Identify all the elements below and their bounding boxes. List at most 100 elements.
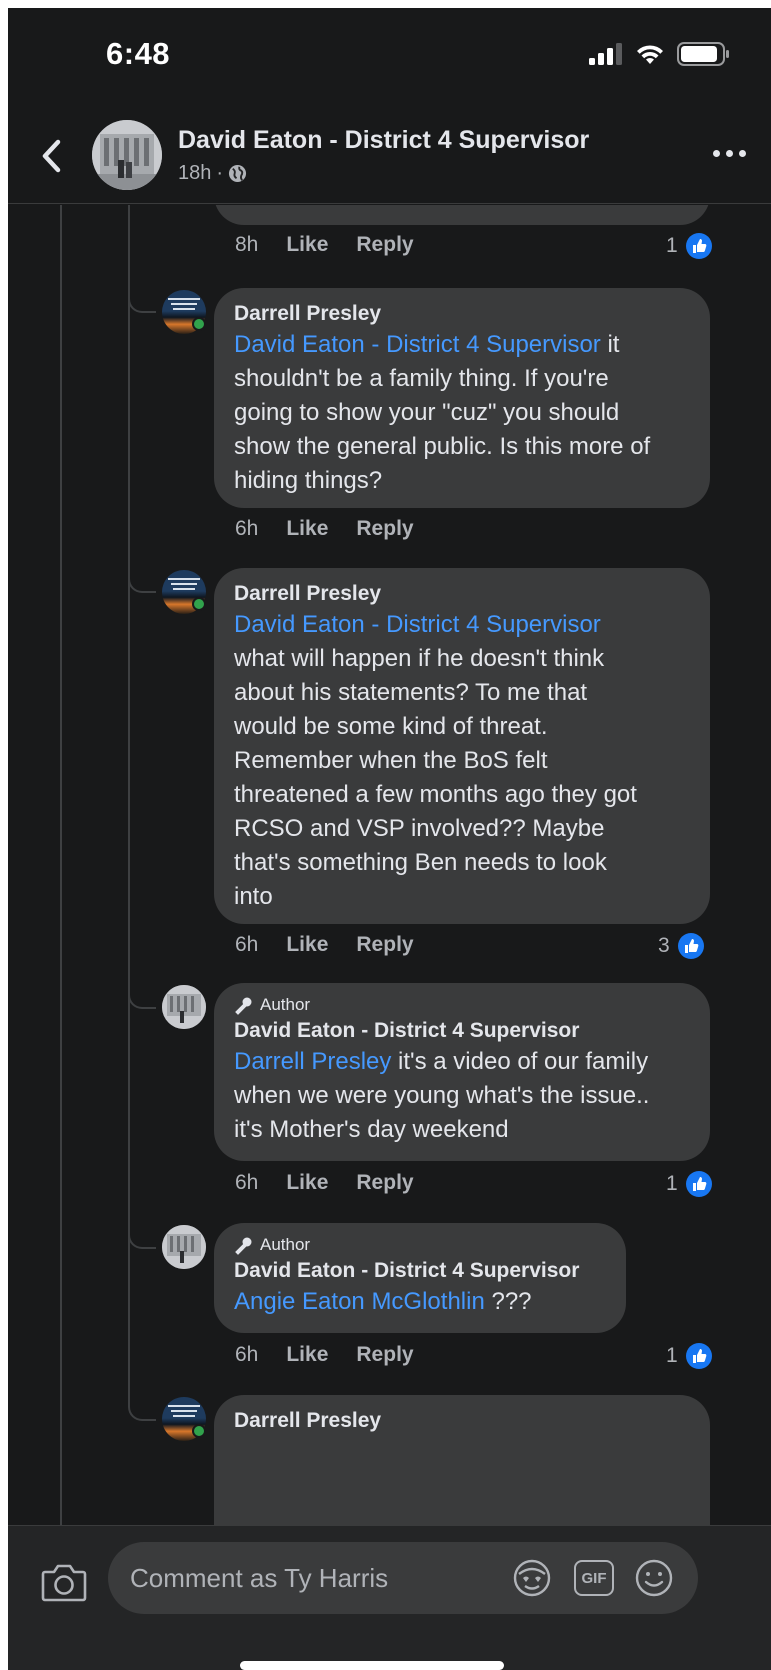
like-button[interactable]: Like [286, 933, 328, 957]
emoji-icon[interactable] [634, 1558, 674, 1598]
reaction-number: 1 [666, 1344, 678, 1367]
author-label: Author [260, 995, 311, 1014]
globe-icon [228, 164, 247, 183]
comment-thread: lie about? 8h Like Reply 1 Darrell Presl… [8, 205, 771, 1525]
comment-time[interactable]: 6h [235, 1343, 258, 1367]
reaction-count[interactable]: 3 [658, 933, 704, 959]
mention-link[interactable]: Darrell Presley [234, 1048, 391, 1075]
comment-bubble: Author David Eaton - District 4 Supervis… [214, 983, 710, 1161]
page-avatar[interactable] [92, 120, 162, 190]
reaction-count[interactable]: 1 [666, 1171, 712, 1197]
thread-branch [128, 567, 156, 593]
reply-button[interactable]: Reply [356, 233, 413, 257]
commenter-name[interactable]: Darrell Presley [234, 580, 690, 608]
reply-button[interactable]: Reply [356, 933, 413, 957]
camera-icon[interactable] [41, 1562, 87, 1602]
avatar-sticker-icon[interactable] [512, 1558, 552, 1598]
comment-actions: 8h Like Reply [235, 233, 414, 257]
comment-line: when we were young what's the issue.. [234, 1082, 650, 1109]
comment-line: Remember when the BoS felt [234, 747, 548, 774]
comment-text: Angie Eaton McGlothlin ??? [234, 1285, 606, 1319]
reply-button[interactable]: Reply [356, 517, 413, 541]
reaction-count[interactable]: 1 [666, 233, 712, 259]
post-meta: 18h · [178, 162, 247, 185]
comment-line: that's something Ben needs to look [234, 849, 607, 876]
like-thumb-icon [685, 1343, 712, 1369]
comment-line: hiding things? [234, 467, 383, 494]
signal-icon [589, 43, 622, 65]
comment-actions: 6h Like Reply [235, 933, 414, 957]
commenter-avatar[interactable] [162, 985, 206, 1029]
gif-icon[interactable]: GIF [574, 1560, 614, 1596]
mention-link[interactable]: David Eaton - District 4 Supervisor [234, 611, 601, 638]
comment-line: ??? [484, 1288, 532, 1315]
online-status-dot [192, 1424, 206, 1438]
reaction-count[interactable]: 1 [666, 1343, 712, 1369]
app-frame: 6:48 David Eaton - District 4 Supervisor… [8, 8, 771, 1670]
commenter-name[interactable]: David Eaton - District 4 Supervisor [234, 1017, 690, 1045]
comment-line: it [600, 331, 620, 358]
thread-branch [128, 287, 156, 313]
reply-button[interactable]: Reply [356, 1171, 413, 1195]
comment-text: lie about? [234, 205, 690, 213]
post-time[interactable]: 18h [178, 162, 211, 185]
avatar-graphic [162, 1225, 206, 1269]
comment-bubble: lie about? [214, 205, 710, 225]
status-time: 6:48 [106, 36, 171, 71]
mention-link[interactable]: David Eaton - District 4 Supervisor [234, 331, 601, 358]
comment-line: RCSO and VSP involved?? Maybe [234, 815, 605, 842]
comment-time[interactable]: 6h [235, 933, 258, 957]
like-button[interactable]: Like [286, 1171, 328, 1195]
like-button[interactable]: Like [286, 233, 328, 257]
comment-line: it's Mother's day weekend [234, 1116, 509, 1143]
comment-text: David Eaton - District 4 Supervisor it s… [234, 328, 690, 498]
online-status-dot [192, 597, 206, 611]
comment-line: shouldn't be a family thing. If you're [234, 365, 609, 392]
comment-bubble: Darrell Presley David Eaton - District 4… [214, 568, 710, 924]
comment-actions: 6h Like Reply [235, 1343, 414, 1367]
reply-button[interactable]: Reply [356, 1343, 413, 1367]
commenter-name[interactable]: David Eaton - District 4 Supervisor [234, 1257, 606, 1285]
comment-line: what will happen if he doesn't think [234, 645, 605, 672]
commenter-name[interactable]: Darrell Presley [234, 300, 690, 328]
more-options-button[interactable] [713, 146, 753, 160]
meta-separator: · [216, 162, 224, 184]
thread-branch [128, 983, 156, 1009]
comment-composer: GIF [8, 1525, 771, 1670]
microphone-icon [235, 1237, 252, 1255]
like-thumb-icon [677, 933, 704, 959]
thread-line-outer [60, 205, 62, 1525]
comment-time[interactable]: 6h [235, 517, 258, 541]
comment-time[interactable]: 6h [235, 1171, 258, 1195]
reaction-number: 1 [666, 234, 678, 257]
like-button[interactable]: Like [286, 517, 328, 541]
more-dot [726, 149, 733, 157]
comment-text: David Eaton - District 4 Supervisor what… [234, 608, 690, 914]
comment-line: going to show your "cuz" you should [234, 399, 620, 426]
commenter-name[interactable]: Darrell Presley [234, 1407, 690, 1435]
wifi-icon [637, 45, 663, 64]
author-badge: Author [234, 1233, 606, 1257]
comment-time[interactable]: 8h [235, 233, 258, 257]
comment-text: Darrell Presley it's a video of our fami… [234, 1045, 690, 1147]
author-badge: Author [234, 993, 690, 1017]
online-status-dot [192, 317, 206, 331]
more-dot [739, 149, 746, 157]
page-name[interactable]: David Eaton - District 4 Supervisor [178, 126, 589, 155]
like-button[interactable]: Like [286, 1343, 328, 1367]
comment-line: into [234, 883, 273, 910]
author-label: Author [260, 1235, 311, 1254]
reaction-number: 3 [658, 934, 670, 957]
comment-actions: 6h Like Reply [235, 1171, 414, 1195]
mention-link[interactable]: Angie Eaton McGlothlin [234, 1288, 485, 1315]
comment-line: would be some kind of threat. [234, 713, 548, 740]
thread-branch [128, 1395, 156, 1421]
battery-icon [677, 42, 729, 66]
back-chevron-icon[interactable] [36, 136, 66, 176]
post-header: David Eaton - District 4 Supervisor 18h … [8, 108, 771, 204]
like-thumb-icon [685, 233, 712, 259]
commenter-avatar[interactable] [162, 1225, 206, 1269]
comment-line: show the general public. Is this more of [234, 433, 651, 460]
thread-line-inner [128, 205, 130, 1400]
avatar-graphic [162, 985, 206, 1029]
